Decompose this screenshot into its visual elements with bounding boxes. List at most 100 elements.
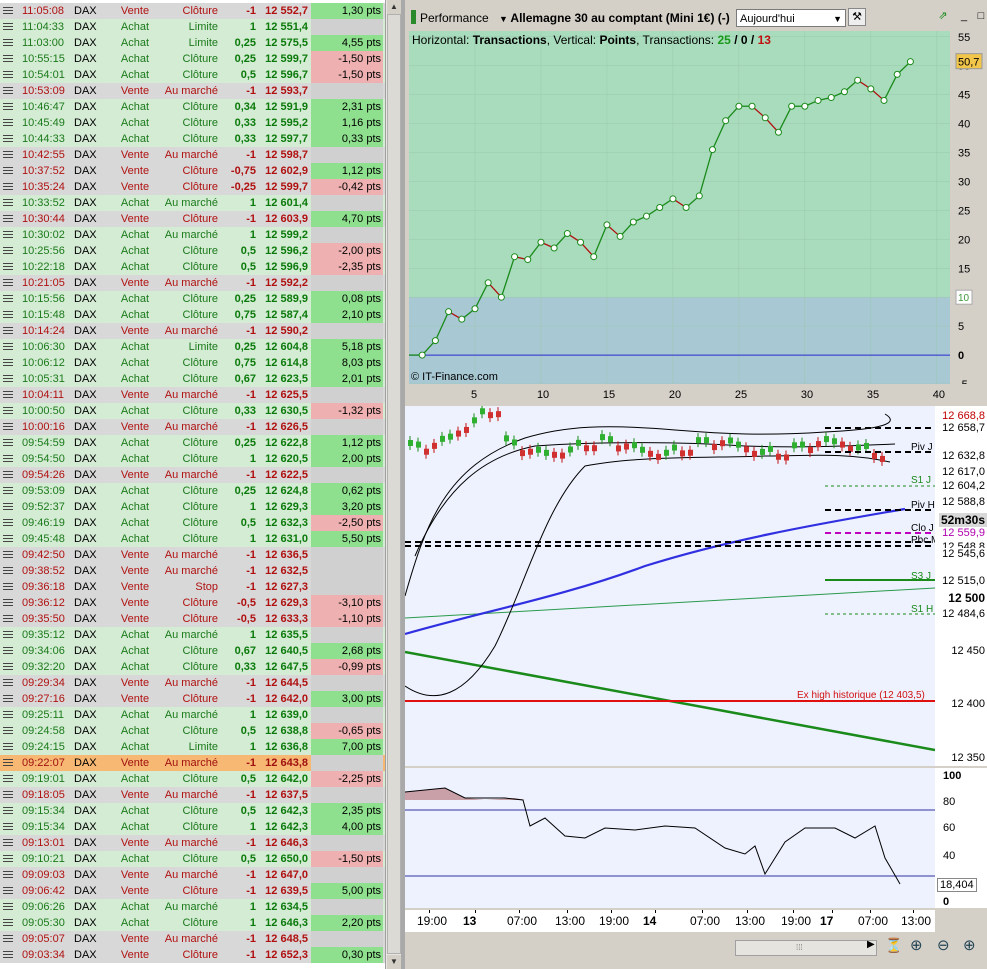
order-menu-icon[interactable]	[3, 870, 16, 880]
order-row[interactable]: 09:36:12 DAX Vente Clôture -0,5 12 629,3 -3,10…	[0, 595, 385, 611]
order-row[interactable]: 09:34:06 DAX Achat Clôture 0,67 12 640,5 2,68 …	[0, 643, 385, 659]
order-row[interactable]: 10:00:50 DAX Achat Clôture 0,33 12 630,5 -1,32…	[0, 403, 385, 419]
order-row[interactable]: 10:00:16 DAX Vente Au marché -1 12 626,5	[0, 419, 385, 435]
order-menu-icon[interactable]	[3, 374, 16, 384]
horizontal-scrollbar[interactable]: ⁞⁞⁞	[735, 940, 877, 956]
order-row[interactable]: 09:10:21 DAX Achat Clôture 0,5 12 650,0 -1,50 …	[0, 851, 385, 867]
order-row[interactable]: 09:38:52 DAX Vente Au marché -1 12 632,5	[0, 563, 385, 579]
scroll-right-arrow-icon[interactable]: ▶	[867, 939, 875, 950]
order-menu-icon[interactable]	[3, 230, 16, 240]
order-row[interactable]: 10:22:18 DAX Achat Clôture 0,5 12 596,9 -2,35 …	[0, 259, 385, 275]
order-menu-icon[interactable]	[3, 22, 16, 32]
period-select[interactable]: Aujourd'hui ▼	[736, 9, 846, 27]
order-menu-icon[interactable]	[3, 534, 16, 544]
order-row[interactable]: 10:15:48 DAX Achat Clôture 0,75 12 587,4 2,10 …	[0, 307, 385, 323]
order-row[interactable]: 09:22:07 DAX Vente Au marché -1 12 643,8	[0, 755, 385, 771]
order-menu-icon[interactable]	[3, 758, 16, 768]
order-menu-icon[interactable]	[3, 598, 16, 608]
order-row[interactable]: 10:15:56 DAX Achat Clôture 0,25 12 589,9 0,08 …	[0, 291, 385, 307]
scroll-up-arrow-icon[interactable]: ▲	[387, 0, 401, 14]
wrench-icon[interactable]: ⚒	[848, 8, 866, 26]
order-menu-icon[interactable]	[3, 742, 16, 752]
order-menu-icon[interactable]	[3, 646, 16, 656]
maximize-icon[interactable]: □	[972, 8, 987, 26]
order-row[interactable]: 10:06:12 DAX Achat Clôture 0,75 12 614,8 8,03 …	[0, 355, 385, 371]
order-row[interactable]: 10:44:33 DAX Achat Clôture 0,33 12 597,7 0,33 …	[0, 131, 385, 147]
orders-scrollbar[interactable]: ▲ ▼	[385, 0, 402, 969]
order-menu-icon[interactable]	[3, 262, 16, 272]
order-row[interactable]: 09:46:19 DAX Achat Clôture 0,5 12 632,3 -2,50 …	[0, 515, 385, 531]
order-row[interactable]: 09:36:18 DAX Vente Stop -1 12 627,3	[0, 579, 385, 595]
order-row[interactable]: 10:35:24 DAX Vente Clôture -0,25 12 599,7 -0,4…	[0, 179, 385, 195]
order-row[interactable]: 09:27:16 DAX Vente Clôture -1 12 642,0 3,00 pt…	[0, 691, 385, 707]
minimize-icon[interactable]: _	[955, 8, 973, 26]
order-menu-icon[interactable]	[3, 678, 16, 688]
zoom-fit-icon[interactable]: ⊕	[910, 936, 923, 954]
order-menu-icon[interactable]	[3, 70, 16, 80]
order-row[interactable]: 10:46:47 DAX Achat Clôture 0,34 12 591,9 2,31 …	[0, 99, 385, 115]
order-menu-icon[interactable]	[3, 566, 16, 576]
order-row[interactable]: 10:25:56 DAX Achat Clôture 0,5 12 596,2 -2,00 …	[0, 243, 385, 259]
order-row[interactable]: 10:30:44 DAX Vente Clôture -1 12 603,9 4,70 pt…	[0, 211, 385, 227]
order-menu-icon[interactable]	[3, 886, 16, 896]
order-row[interactable]: 10:05:31 DAX Achat Clôture 0,67 12 623,5 2,01 …	[0, 371, 385, 387]
order-row[interactable]: 10:04:11 DAX Vente Au marché -1 12 625,5	[0, 387, 385, 403]
order-menu-icon[interactable]	[3, 150, 16, 160]
order-menu-icon[interactable]	[3, 6, 16, 16]
order-menu-icon[interactable]	[3, 406, 16, 416]
order-row[interactable]: 09:35:50 DAX Vente Clôture -0,5 12 633,3 -1,10…	[0, 611, 385, 627]
instrument-selector[interactable]: ▼ Allemagne 30 au comptant (Mini 1€) (-)	[499, 8, 730, 28]
order-row[interactable]: 09:54:59 DAX Achat Clôture 0,25 12 622,8 1,12 …	[0, 435, 385, 451]
order-menu-icon[interactable]	[3, 502, 16, 512]
order-menu-icon[interactable]	[3, 118, 16, 128]
order-row[interactable]: 10:30:02 DAX Achat Au marché 1 12 599,2	[0, 227, 385, 243]
order-row[interactable]: 10:21:05 DAX Vente Au marché -1 12 592,2	[0, 275, 385, 291]
order-row[interactable]: 09:15:34 DAX Achat Clôture 1 12 642,3 4,00 pts	[0, 819, 385, 835]
performance-button[interactable]: Performance	[411, 8, 489, 28]
order-menu-icon[interactable]	[3, 710, 16, 720]
order-menu-icon[interactable]	[3, 310, 16, 320]
order-row[interactable]: 10:45:49 DAX Achat Clôture 0,33 12 595,2 1,16 …	[0, 115, 385, 131]
order-row[interactable]: 09:09:03 DAX Vente Au marché -1 12 647,0	[0, 867, 385, 883]
order-row[interactable]: 10:06:30 DAX Achat Limite 0,25 12 604,8 5,18 p…	[0, 339, 385, 355]
order-menu-icon[interactable]	[3, 182, 16, 192]
order-menu-icon[interactable]	[3, 198, 16, 208]
order-menu-icon[interactable]	[3, 486, 16, 496]
order-menu-icon[interactable]	[3, 518, 16, 528]
order-row[interactable]: 09:54:50 DAX Achat Clôture 1 12 620,5 2,00 pts	[0, 451, 385, 467]
order-menu-icon[interactable]	[3, 806, 16, 816]
order-menu-icon[interactable]	[3, 278, 16, 288]
order-row[interactable]: 09:06:26 DAX Achat Au marché 1 12 634,5	[0, 899, 385, 915]
order-menu-icon[interactable]	[3, 358, 16, 368]
order-row[interactable]: 09:13:01 DAX Vente Au marché -1 12 646,3	[0, 835, 385, 851]
scroll-down-arrow-icon[interactable]: ▼	[387, 955, 401, 969]
order-row[interactable]: 10:37:52 DAX Vente Clôture -0,75 12 602,9 1,12…	[0, 163, 385, 179]
order-menu-icon[interactable]	[3, 38, 16, 48]
order-row[interactable]: 09:05:30 DAX Achat Clôture 1 12 646,3 2,20 pts	[0, 915, 385, 931]
history-icon[interactable]: ⏳	[885, 937, 902, 954]
order-menu-icon[interactable]	[3, 934, 16, 944]
order-menu-icon[interactable]	[3, 454, 16, 464]
order-menu-icon[interactable]	[3, 390, 16, 400]
order-row[interactable]: 09:05:07 DAX Vente Au marché -1 12 648,5	[0, 931, 385, 947]
order-row[interactable]: 09:32:20 DAX Achat Clôture 0,33 12 647,5 -0,99…	[0, 659, 385, 675]
order-menu-icon[interactable]	[3, 902, 16, 912]
order-row[interactable]: 09:35:12 DAX Achat Au marché 1 12 635,5	[0, 627, 385, 643]
order-menu-icon[interactable]	[3, 214, 16, 224]
order-menu-icon[interactable]	[3, 54, 16, 64]
order-row[interactable]: 11:05:08 DAX Vente Clôture -1 12 552,7 1,30 pt…	[0, 3, 385, 19]
order-menu-icon[interactable]	[3, 550, 16, 560]
order-menu-icon[interactable]	[3, 342, 16, 352]
order-row[interactable]: 09:24:58 DAX Achat Clôture 0,5 12 638,8 -0,65 …	[0, 723, 385, 739]
order-menu-icon[interactable]	[3, 102, 16, 112]
order-menu-icon[interactable]	[3, 694, 16, 704]
order-row[interactable]: 10:42:55 DAX Vente Au marché -1 12 598,7	[0, 147, 385, 163]
order-row[interactable]: 10:33:52 DAX Achat Au marché 1 12 601,4	[0, 195, 385, 211]
order-menu-icon[interactable]	[3, 630, 16, 640]
detach-window-icon[interactable]: ⇗	[934, 8, 952, 26]
order-row[interactable]: 11:04:33 DAX Achat Limite 1 12 551,4	[0, 19, 385, 35]
order-menu-icon[interactable]	[3, 774, 16, 784]
order-menu-icon[interactable]	[3, 438, 16, 448]
order-menu-icon[interactable]	[3, 134, 16, 144]
order-row[interactable]: 10:53:09 DAX Vente Au marché -1 12 593,7	[0, 83, 385, 99]
